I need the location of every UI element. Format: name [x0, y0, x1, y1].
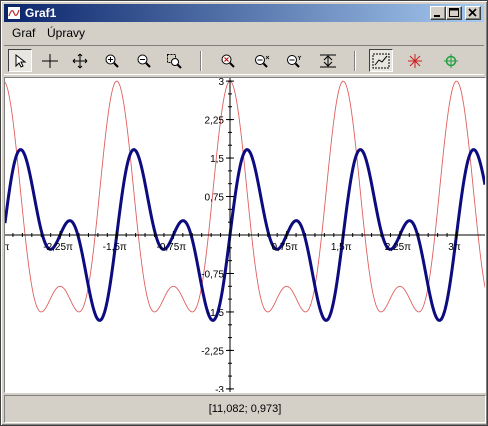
x-tick-label: 3π: [448, 242, 461, 253]
menu-graf[interactable]: Graf: [12, 26, 35, 40]
graph-mode-tool[interactable]: [369, 49, 393, 72]
pointer-tool[interactable]: [8, 49, 32, 72]
close-icon: [468, 8, 477, 17]
y-tick-label: -3: [215, 385, 224, 392]
y-tick-label: 0,75: [205, 193, 225, 204]
zoom-rect-icon: [167, 53, 182, 69]
zoom-x-tool[interactable]: [250, 49, 274, 72]
plot-area[interactable]: 3 2,25 1,5 0,75 -0,75 -1,5 -2,25 -3 -3π -2,25π -1,…: [4, 77, 486, 393]
fit-icon: [320, 54, 336, 67]
axis-red-icon: [408, 53, 422, 68]
app-window: Graf1 Graf Úpravy 3 2,25 1,5 0,75 -0,75 …: [0, 0, 488, 426]
move-icon: [72, 53, 88, 68]
zoom-in-tool[interactable]: [100, 49, 124, 72]
toolbar-separator: [200, 51, 202, 71]
x-tick-label: -3π: [5, 242, 9, 253]
minimize-button[interactable]: [430, 6, 446, 20]
x-tick-label: -1,5π: [103, 242, 127, 253]
x-tick-label: 0,75π: [271, 242, 297, 253]
toolbar-separator: [354, 51, 356, 71]
graph-mode-icon: [372, 53, 390, 68]
zoom-in-icon: [105, 54, 119, 68]
zoom-reset-tool[interactable]: [216, 49, 240, 72]
cursor-coordinates: [11,082; 0,973]: [208, 403, 282, 415]
x-tick-label: -2,25π: [43, 242, 73, 253]
target-green-icon: [444, 53, 458, 68]
move-tool[interactable]: [68, 49, 92, 72]
app-icon: [7, 6, 21, 20]
maximize-icon: [449, 8, 459, 17]
axis-red-tool[interactable]: [403, 49, 427, 72]
crosshair-icon: [42, 53, 58, 68]
zoom-x-icon: [255, 54, 270, 68]
zoom-rect-tool[interactable]: [162, 49, 186, 72]
y-tick-label: -2,25: [201, 346, 224, 357]
minimize-icon: [434, 15, 440, 17]
fit-tool[interactable]: [316, 49, 340, 72]
crosshair-tool[interactable]: [38, 49, 62, 72]
menu-upravy[interactable]: Úpravy: [47, 26, 85, 40]
thin-curve: [5, 80, 485, 313]
title-bar[interactable]: Graf1: [4, 4, 484, 22]
y-tick-label: 2,25: [205, 116, 225, 127]
y-tick-label: -1,5: [207, 308, 225, 319]
chart-canvas[interactable]: 3 2,25 1,5 0,75 -0,75 -1,5 -2,25 -3 -3π -2,25π -1,…: [5, 78, 485, 392]
status-bar: [11,082; 0,973]: [4, 395, 486, 423]
zoom-out-tool[interactable]: [132, 49, 156, 72]
pointer-icon: [15, 53, 27, 68]
toolbar: [4, 45, 484, 75]
target-green-tool[interactable]: [439, 49, 463, 72]
y-tick-label: 1,5: [210, 154, 224, 165]
zoom-y-icon: [287, 54, 302, 68]
zoom-out-icon: [137, 54, 151, 68]
close-button[interactable]: [465, 6, 481, 20]
x-tick-label: 1,5π: [331, 242, 352, 253]
zoom-reset-icon: [221, 54, 235, 68]
x-tick-label: 2,25π: [385, 242, 411, 253]
zoom-y-tool[interactable]: [282, 49, 306, 72]
maximize-button[interactable]: [446, 6, 462, 20]
y-tick-label: 3: [218, 78, 224, 88]
x-tick-label: -0,75π: [157, 242, 187, 253]
y-tick-label: -0,75: [201, 269, 224, 280]
menu-bar: Graf Úpravy: [4, 23, 484, 42]
window-title: Graf1: [25, 6, 57, 20]
